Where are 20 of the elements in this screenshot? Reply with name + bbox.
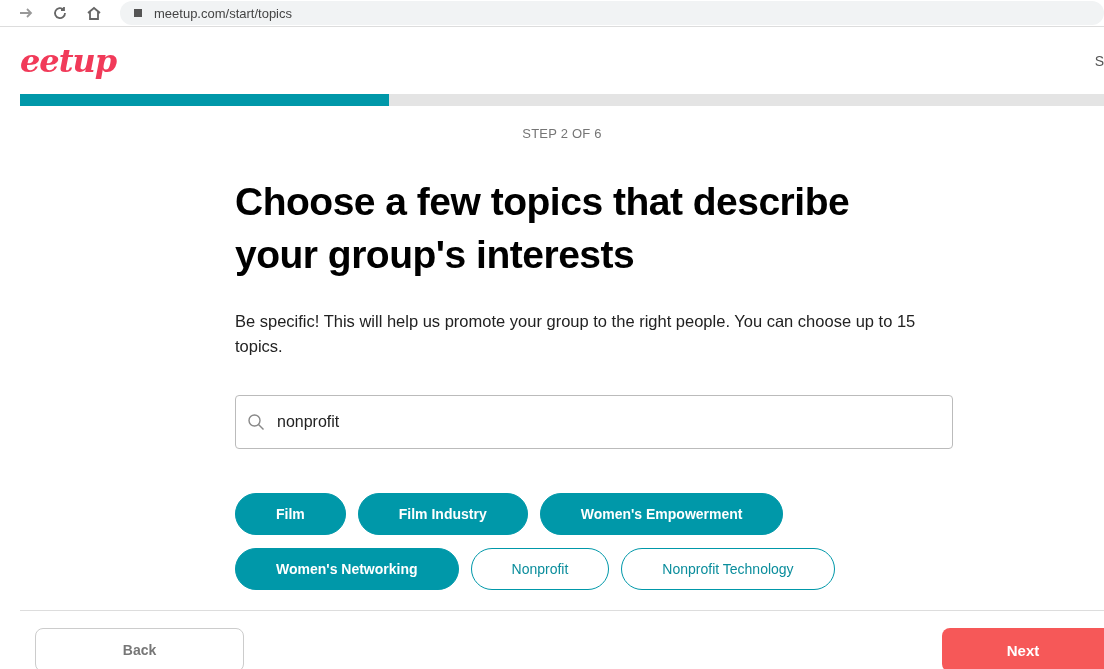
topic-chip[interactable]: Nonprofit Technology: [621, 548, 835, 590]
url-text: meetup.com/start/topics: [154, 5, 292, 21]
search-icon: [247, 413, 265, 431]
search-field[interactable]: nonprofit: [235, 395, 953, 449]
next-button[interactable]: Next: [942, 628, 1104, 669]
topic-chip[interactable]: Women's Empowerment: [539, 493, 784, 535]
reload-icon[interactable]: [52, 5, 68, 21]
description-text: Be specific! This will help us promote your group to the right people. You can choose up to 15 topics.: [235, 311, 917, 357]
address-bar[interactable]: meetup.com/start/topics: [120, 1, 1104, 25]
header-link[interactable]: S: [1094, 52, 1104, 69]
topic-chip[interactable]: Film: [235, 493, 346, 535]
page-heading: Choose a few topics that describe your group's interests: [235, 179, 851, 278]
home-icon[interactable]: [86, 5, 102, 21]
topic-chip[interactable]: Nonprofit: [470, 548, 610, 590]
lock-icon: [134, 9, 142, 17]
meetup-logo[interactable]: eetup: [20, 41, 117, 80]
topic-chip[interactable]: Women's Networking: [235, 548, 459, 590]
topic-chip[interactable]: Film Industry: [357, 493, 528, 535]
back-button[interactable]: Back: [35, 628, 244, 669]
step-label: STEP 2 OF 6: [521, 126, 603, 141]
